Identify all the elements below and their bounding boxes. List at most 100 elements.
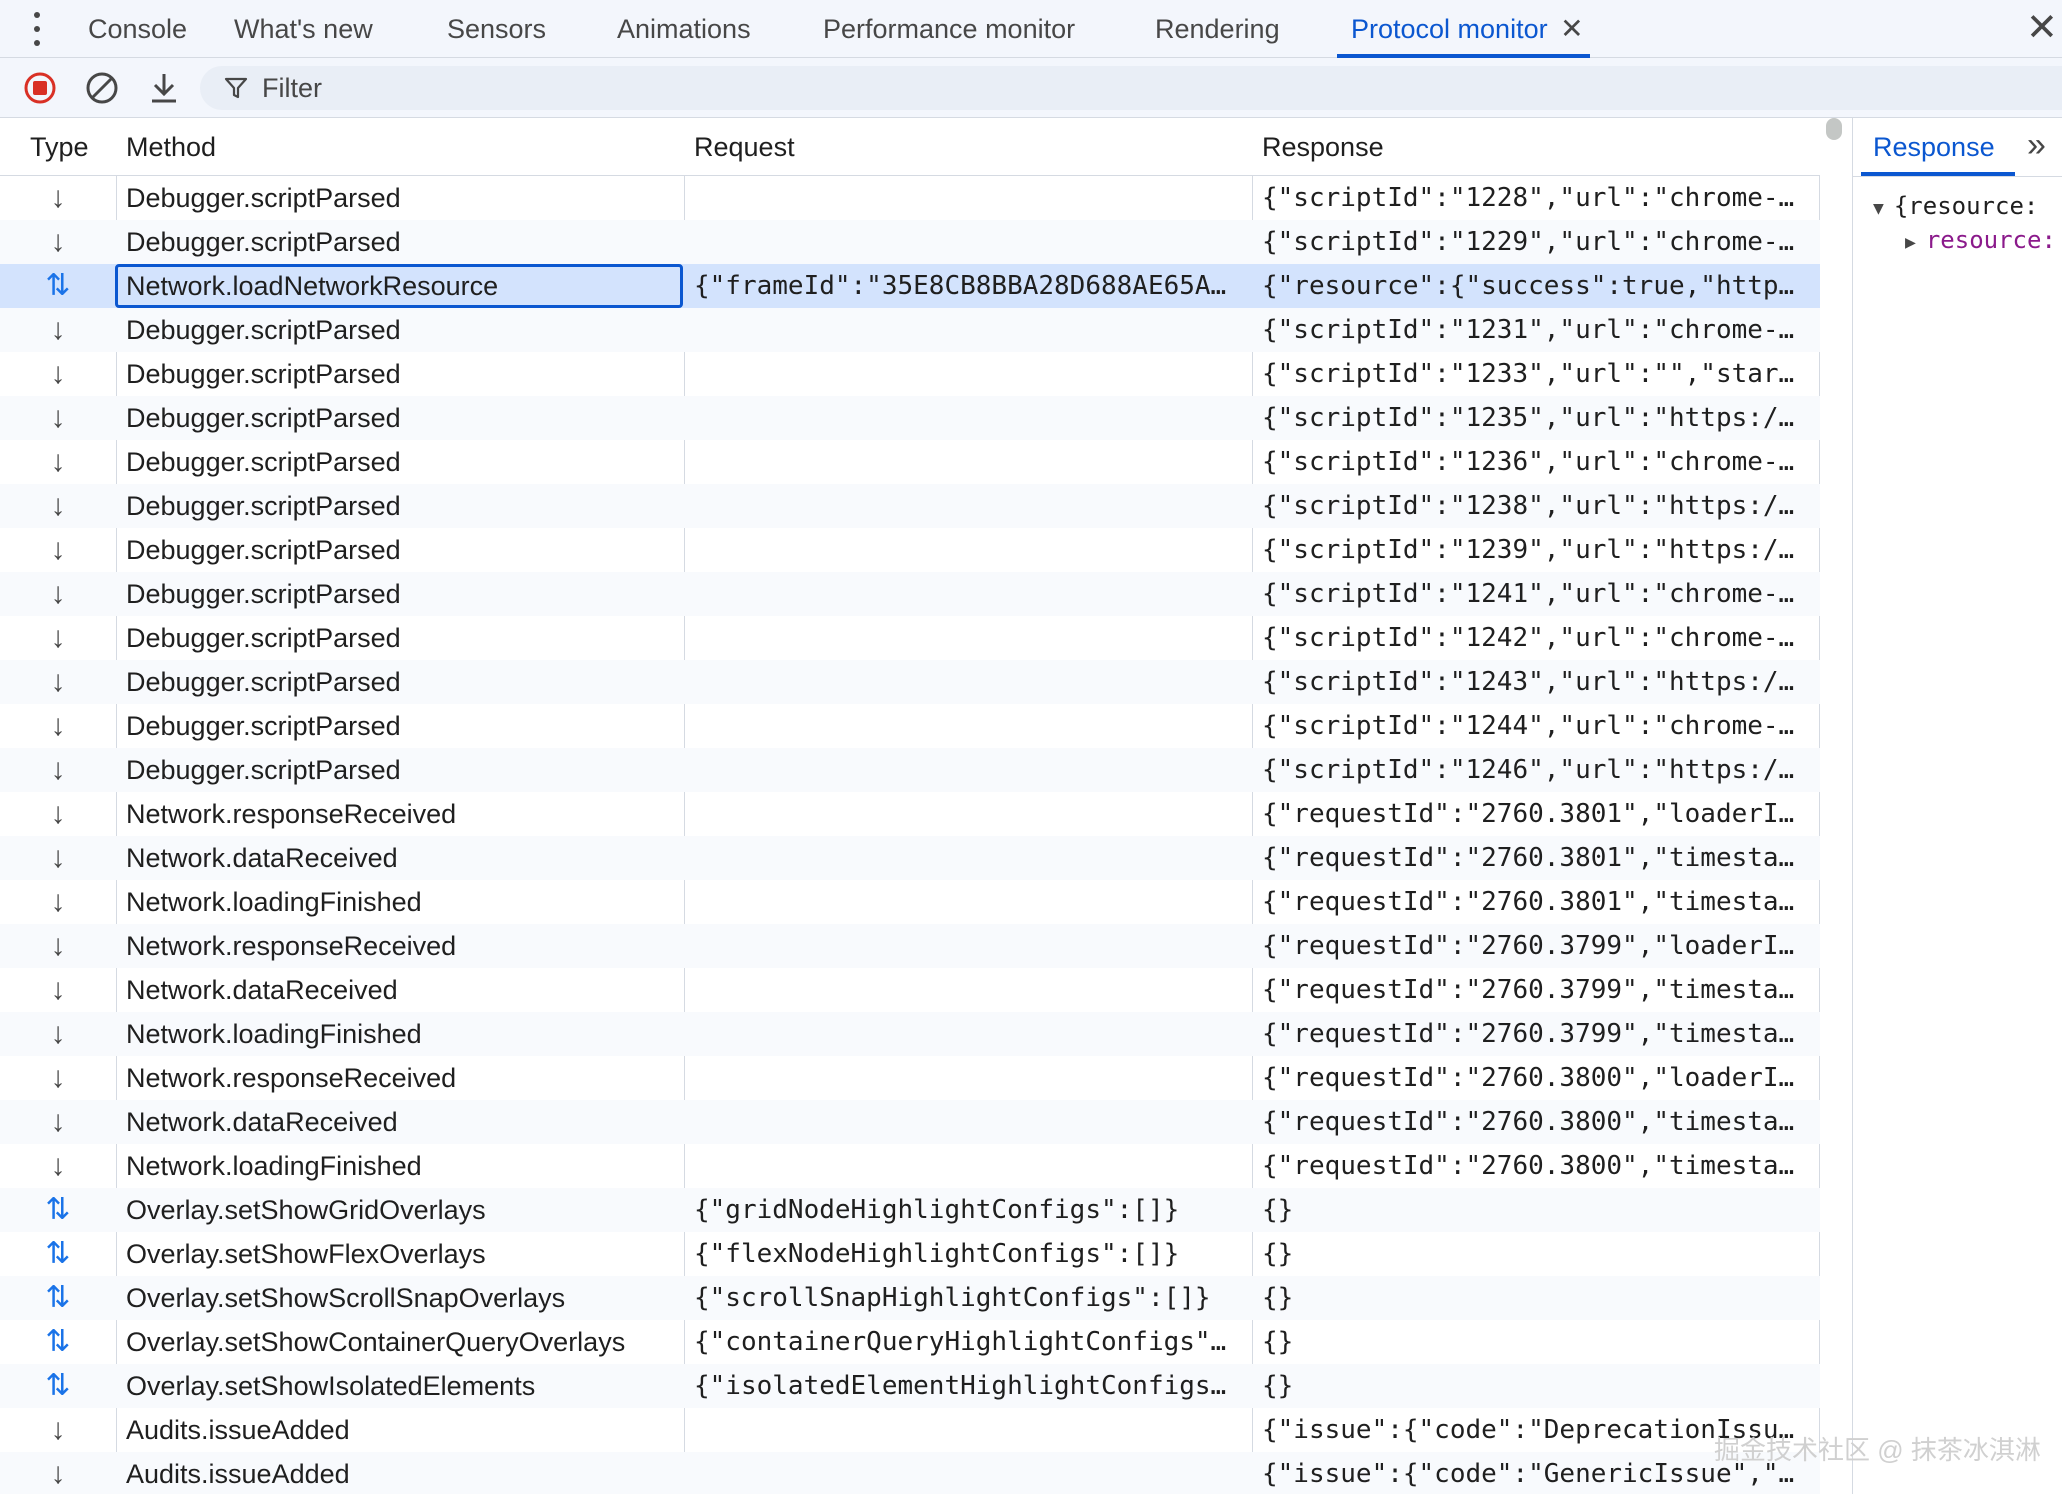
clear-icon[interactable]	[84, 70, 120, 106]
table-row[interactable]: ↓ Network.loadingFinished {"requestId":"27…	[0, 1144, 1820, 1188]
watermark: 掘金技术社区 @ 抹茶冰淇淋	[1714, 1435, 2041, 1465]
filter-input[interactable]: Filter	[200, 66, 2062, 110]
table-row[interactable]: ↓ Debugger.scriptParsed {"scriptId":"1233"…	[0, 352, 1820, 396]
cell-request	[694, 308, 1242, 352]
tab-sensors[interactable]: Sensors	[447, 0, 546, 58]
tree-node-root[interactable]: ▼ {resource:	[1873, 192, 2038, 220]
table-row[interactable]: ↓ Debugger.scriptParsed {"scriptId":"1236"…	[0, 440, 1820, 484]
table-row[interactable]: ⇅ Overlay.setShowContainerQueryOverlays {"…	[0, 1320, 1820, 1364]
record-stop-icon[interactable]	[22, 70, 58, 106]
column-header-type[interactable]: Type	[30, 118, 89, 176]
download-icon[interactable]	[146, 70, 182, 106]
cell-method: Debugger.scriptParsed	[126, 491, 401, 521]
column-header-request[interactable]: Request	[694, 118, 795, 176]
table-row[interactable]: ↓ Audits.issueAdded {"issue":{"code":"Gene…	[0, 1452, 1820, 1494]
table-row[interactable]: ↓ Network.responseReceived {"requestId":"2…	[0, 792, 1820, 836]
cell-method: Overlay.setShowGridOverlays	[126, 1195, 486, 1225]
table-row[interactable]: ↓ Network.loadingFinished {"requestId":"27…	[0, 880, 1820, 924]
tree-node-key: resource:	[1925, 226, 2056, 254]
table-body: ↓ Debugger.scriptParsed {"scriptId":"1228"…	[0, 176, 1820, 1494]
table-row[interactable]: ↓ Debugger.scriptParsed {"scriptId":"1244"…	[0, 704, 1820, 748]
cell-response: {}	[1262, 1371, 1294, 1401]
tab-whats-new[interactable]: What's new	[234, 0, 373, 58]
table-row[interactable]: ↓ Debugger.scriptParsed {"scriptId":"1231"…	[0, 308, 1820, 352]
receive-arrow-icon: ↓	[50, 1061, 66, 1094]
table-row[interactable]: ↓ Debugger.scriptParsed {"scriptId":"1229"…	[0, 220, 1820, 264]
table-row[interactable]: ↓ Network.dataReceived {"requestId":"2760.…	[0, 968, 1820, 1012]
cell-response: {"scriptId":"1243","url":"https:/…	[1262, 667, 1795, 697]
table-row[interactable]: ⇅ Overlay.setShowFlexOverlays {"flexNodeHi…	[0, 1232, 1820, 1276]
response-side-panel: Response » ▼ {resource: ▶ resource:	[1852, 118, 2062, 1494]
cell-method: Network.responseReceived	[126, 931, 457, 961]
table-row[interactable]: ↓ Network.loadingFinished {"requestId":"27…	[0, 1012, 1820, 1056]
table-row[interactable]: ↓ Debugger.scriptParsed {"scriptId":"1243"…	[0, 660, 1820, 704]
receive-arrow-icon: ↓	[50, 621, 66, 654]
cell-request	[694, 1452, 1242, 1494]
table-row[interactable]: ↓ Debugger.scriptParsed {"scriptId":"1228"…	[0, 176, 1820, 220]
table-row[interactable]: ↓ Network.responseReceived {"requestId":"2…	[0, 1056, 1820, 1100]
tree-node-resource[interactable]: ▶ resource:	[1905, 226, 2056, 254]
cell-request: {"frameId":"35E8CB8BBA28D688AE65A…	[694, 271, 1227, 301]
column-header-method[interactable]: Method	[126, 118, 216, 176]
table-row[interactable]: ⇅ Overlay.setShowScrollSnapOverlays {"scro…	[0, 1276, 1820, 1320]
table-row[interactable]: ↓ Network.responseReceived {"requestId":"2…	[0, 924, 1820, 968]
cell-method: Network.dataReceived	[126, 1107, 398, 1137]
expanded-triangle-icon[interactable]: ▼	[1873, 198, 1884, 219]
receive-arrow-icon: ↓	[50, 797, 66, 830]
receive-arrow-icon: ↓	[50, 753, 66, 786]
send-receive-icon: ⇅	[45, 1193, 71, 1226]
tab-animations[interactable]: Animations	[617, 0, 751, 58]
table-row[interactable]: ⇅ Overlay.setShowGridOverlays {"gridNodeHi…	[0, 1188, 1820, 1232]
table-row[interactable]: ⇅ Overlay.setShowIsolatedElements {"isolat…	[0, 1364, 1820, 1408]
table-row[interactable]: ↓ Debugger.scriptParsed {"scriptId":"1238"…	[0, 484, 1820, 528]
more-tabs-icon[interactable]: »	[2027, 126, 2046, 165]
cell-method: Network.responseReceived	[126, 799, 457, 829]
receive-arrow-icon: ↓	[50, 709, 66, 742]
cell-response: {"requestId":"2760.3799","timesta…	[1262, 975, 1795, 1005]
receive-arrow-icon: ↓	[50, 665, 66, 698]
receive-arrow-icon: ↓	[50, 225, 66, 258]
table-row[interactable]: ↓ Debugger.scriptParsed {"scriptId":"1241"…	[0, 572, 1820, 616]
receive-arrow-icon: ↓	[50, 841, 66, 874]
tab-console[interactable]: Console	[88, 0, 187, 58]
table-row[interactable]: ⇅ Network.loadNetworkResource {"frameId":"…	[0, 264, 1820, 308]
cell-response: {"scriptId":"1229","url":"chrome-…	[1262, 227, 1795, 257]
table-row[interactable]: ↓ Debugger.scriptParsed {"scriptId":"1242"…	[0, 616, 1820, 660]
tab-performance-monitor[interactable]: Performance monitor	[823, 0, 1075, 58]
close-tab-icon[interactable]: ✕	[1560, 0, 1583, 58]
table-row[interactable]: ↓ Network.dataReceived {"requestId":"2760.…	[0, 836, 1820, 880]
cell-method: Debugger.scriptParsed	[126, 315, 401, 345]
receive-arrow-icon: ↓	[50, 489, 66, 522]
table-row[interactable]: ↓ Audits.issueAdded {"issue":{"code":"Depr…	[0, 1408, 1820, 1452]
table-row[interactable]: ↓ Debugger.scriptParsed {"scriptId":"1246"…	[0, 748, 1820, 792]
receive-arrow-icon: ↓	[50, 1457, 66, 1490]
cell-response: {"requestId":"2760.3801","timesta…	[1262, 843, 1795, 873]
cell-response: {"scriptId":"1235","url":"https:/…	[1262, 403, 1795, 433]
filter-icon	[224, 77, 248, 99]
cell-response: {"scriptId":"1242","url":"chrome-…	[1262, 623, 1795, 653]
cell-method: Debugger.scriptParsed	[126, 535, 401, 565]
table-scrollbar[interactable]	[1826, 118, 1842, 140]
cell-response: {"requestId":"2760.3799","timesta…	[1262, 1019, 1795, 1049]
cell-request	[694, 572, 1242, 616]
column-header-response[interactable]: Response	[1262, 118, 1384, 176]
tab-protocol-monitor[interactable]: Protocol monitor ✕	[1337, 0, 1590, 58]
table-row[interactable]: ↓ Debugger.scriptParsed {"scriptId":"1239"…	[0, 528, 1820, 572]
side-tab-response[interactable]: Response	[1861, 118, 2015, 176]
cell-method: Network.loadingFinished	[126, 1019, 422, 1049]
protocol-messages-table: Type Method Request Response ↓ Debugger.s…	[0, 118, 1820, 1494]
filter-placeholder: Filter	[262, 73, 322, 103]
table-row[interactable]: ↓ Debugger.scriptParsed {"scriptId":"1235"…	[0, 396, 1820, 440]
cell-method: Network.dataReceived	[126, 843, 398, 873]
tab-rendering[interactable]: Rendering	[1155, 0, 1280, 58]
cell-response: {"scriptId":"1233","url":"","star…	[1262, 359, 1795, 389]
cell-request: {"isolatedElementHighlightConfigs…	[694, 1371, 1227, 1401]
send-receive-icon: ⇅	[45, 269, 71, 302]
receive-arrow-icon: ↓	[50, 885, 66, 918]
close-drawer-icon[interactable]: ✕	[2026, 8, 2058, 48]
more-options-icon[interactable]	[30, 12, 44, 46]
cell-request	[694, 660, 1242, 704]
cell-method: Debugger.scriptParsed	[126, 403, 401, 433]
table-row[interactable]: ↓ Network.dataReceived {"requestId":"2760.…	[0, 1100, 1820, 1144]
collapsed-triangle-icon[interactable]: ▶	[1905, 232, 1916, 253]
